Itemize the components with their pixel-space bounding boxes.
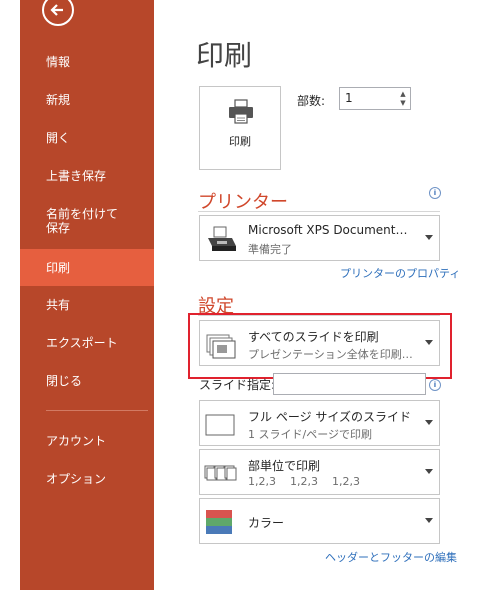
sidebar-item-options[interactable]: オプション — [20, 462, 154, 496]
sidebar-item-share[interactable]: 共有 — [20, 288, 154, 322]
printer-dropdown[interactable]: Microsoft XPS Document… 準備完了 — [199, 215, 440, 261]
chevron-down-icon — [425, 235, 433, 240]
collate-icon — [204, 465, 237, 481]
chevron-down-icon — [425, 420, 433, 425]
sidebar-item-open[interactable]: 開く — [20, 121, 154, 155]
highlight-box — [188, 313, 452, 379]
color-dropdown[interactable]: カラー — [199, 498, 440, 544]
sidebar-item-export[interactable]: エクスポート — [20, 326, 154, 360]
back-arrow-icon — [50, 4, 63, 16]
print-button-label: 印刷 — [229, 135, 251, 148]
slides-label: スライド指定: — [199, 378, 276, 392]
copies-label: 部数: — [297, 94, 326, 108]
printer-properties-link[interactable]: プリンターのプロパティ — [340, 265, 460, 281]
collate-title: 部単位で印刷 — [248, 459, 321, 473]
color-swatch-icon — [206, 510, 232, 534]
sidebar-item-info[interactable]: 情報 — [20, 45, 154, 79]
full-page-slide-icon — [205, 414, 235, 436]
collate-subtitle: 1,2,3 1,2,3 1,2,3 — [248, 475, 360, 488]
sidebar-item-save[interactable]: 上書き保存 — [20, 159, 154, 193]
copies-value: 1 — [345, 91, 353, 105]
sidebar-item-close[interactable]: 閉じる — [20, 364, 154, 398]
info-icon[interactable]: i — [429, 379, 441, 391]
printer-icon — [229, 99, 253, 124]
backstage-sidebar: 情報 新規 開く 上書き保存 名前を付けて 保存 印刷 共有 エクスポート 閉じ… — [20, 0, 154, 590]
color-title: カラー — [248, 516, 285, 530]
sidebar-item-account[interactable]: アカウント — [20, 424, 154, 458]
chevron-down-icon — [425, 469, 433, 474]
copies-decrement-button[interactable]: ▼ — [398, 99, 408, 108]
slides-input[interactable] — [273, 373, 426, 395]
layout-dropdown[interactable]: フル ページ サイズのスライド 1 スライド/ページで印刷 — [199, 400, 440, 446]
copies-increment-button[interactable]: ▲ — [398, 90, 408, 99]
copies-stepper[interactable]: 1 ▲ ▼ — [339, 87, 411, 110]
chevron-down-icon — [425, 518, 433, 523]
sidebar-item-new[interactable]: 新規 — [20, 83, 154, 117]
printer-name: Microsoft XPS Document… — [248, 223, 408, 237]
printer-status: 準備完了 — [248, 243, 292, 256]
collate-dropdown[interactable]: 部単位で印刷 1,2,3 1,2,3 1,2,3 — [199, 449, 440, 495]
layout-title: フル ページ サイズのスライド — [248, 410, 412, 424]
page-title: 印刷 — [196, 39, 253, 72]
printer-icon — [208, 226, 236, 251]
sidebar-item-save-as[interactable]: 名前を付けて 保存 — [20, 199, 154, 243]
layout-subtitle: 1 スライド/ページで印刷 — [248, 428, 372, 441]
print-button[interactable]: 印刷 — [199, 86, 281, 170]
info-icon[interactable]: i — [429, 187, 441, 199]
sidebar-divider — [46, 410, 148, 411]
sidebar-item-print[interactable]: 印刷 — [20, 249, 154, 286]
printer-heading-rule — [198, 211, 440, 212]
header-footer-link[interactable]: ヘッダーとフッターの編集 — [325, 549, 457, 565]
back-button[interactable] — [42, 0, 74, 26]
